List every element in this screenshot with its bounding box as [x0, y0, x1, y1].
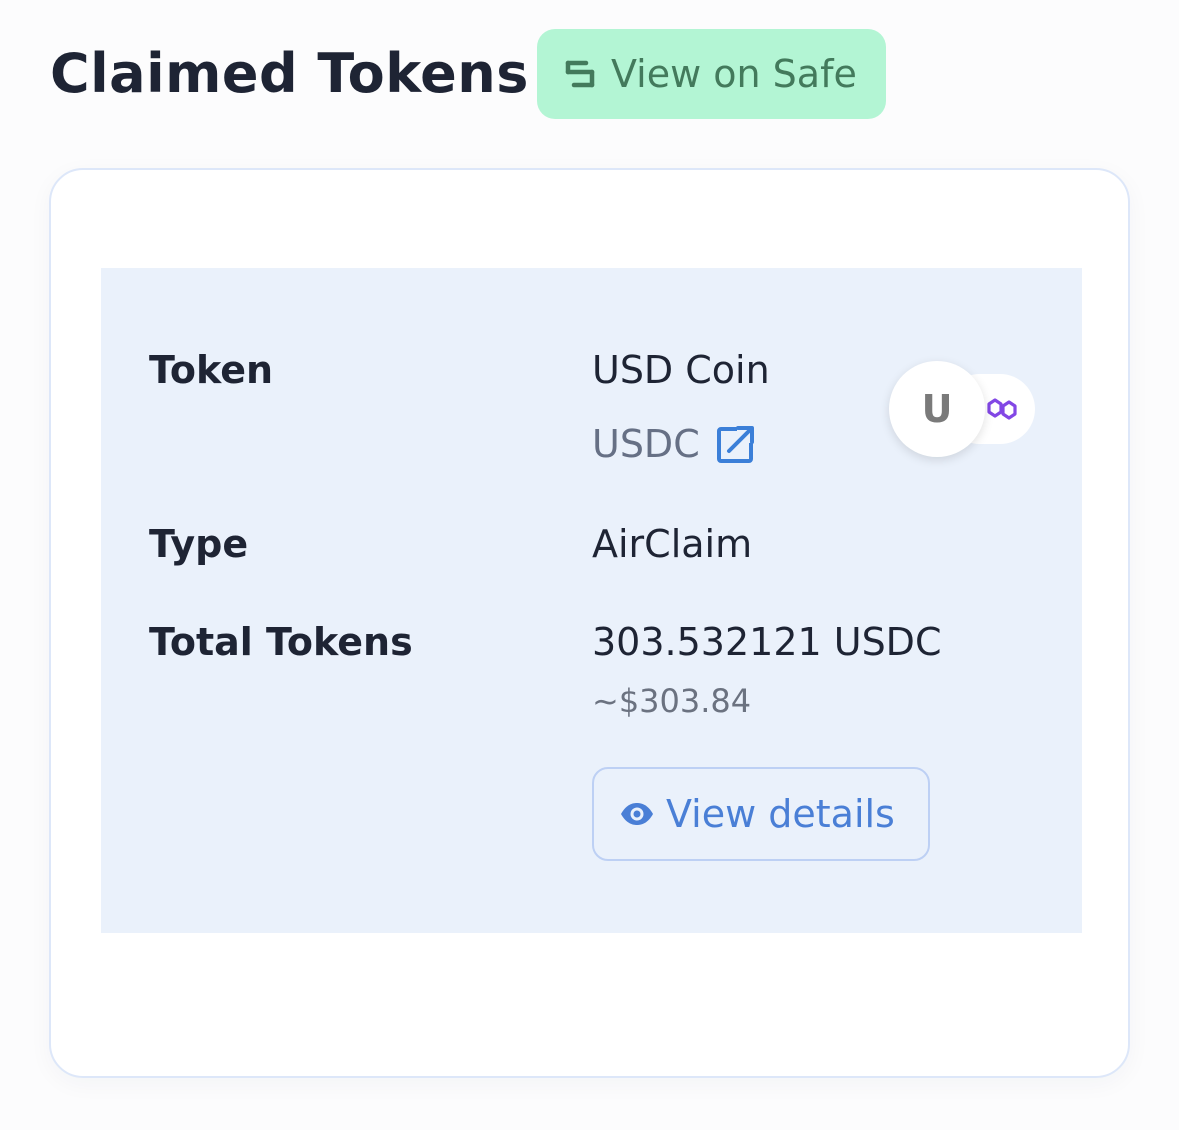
token-details-panel: Token USD Coin USDC U Type AirClaim Tota… — [101, 268, 1082, 933]
safe-logo-icon — [563, 57, 597, 91]
usd-estimate: ~$303.84 — [592, 682, 752, 720]
token-symbol-row: USDC — [592, 422, 756, 466]
view-on-safe-label: View on Safe — [611, 52, 857, 96]
type-value: AirClaim — [592, 522, 753, 566]
token-name: USD Coin — [592, 348, 770, 392]
token-label: Token — [149, 348, 274, 392]
polygon-chain-icon — [987, 398, 1017, 420]
page-title: Claimed Tokens — [50, 42, 529, 105]
token-avatar: U — [889, 361, 985, 457]
total-tokens-value: 303.532121 USDC — [592, 620, 942, 664]
type-label: Type — [149, 522, 249, 566]
view-details-button[interactable]: View details — [592, 767, 930, 861]
eye-icon — [620, 797, 654, 831]
view-on-safe-button[interactable]: View on Safe — [537, 29, 886, 119]
claimed-tokens-page: Claimed Tokens View on Safe Token USD Co… — [0, 0, 1179, 1130]
claimed-token-card: Token USD Coin USDC U Type AirClaim Tota… — [49, 168, 1130, 1078]
view-details-label: View details — [666, 792, 895, 836]
external-link-icon[interactable] — [716, 424, 756, 464]
token-symbol: USDC — [592, 422, 700, 466]
total-tokens-label: Total Tokens — [149, 620, 413, 664]
